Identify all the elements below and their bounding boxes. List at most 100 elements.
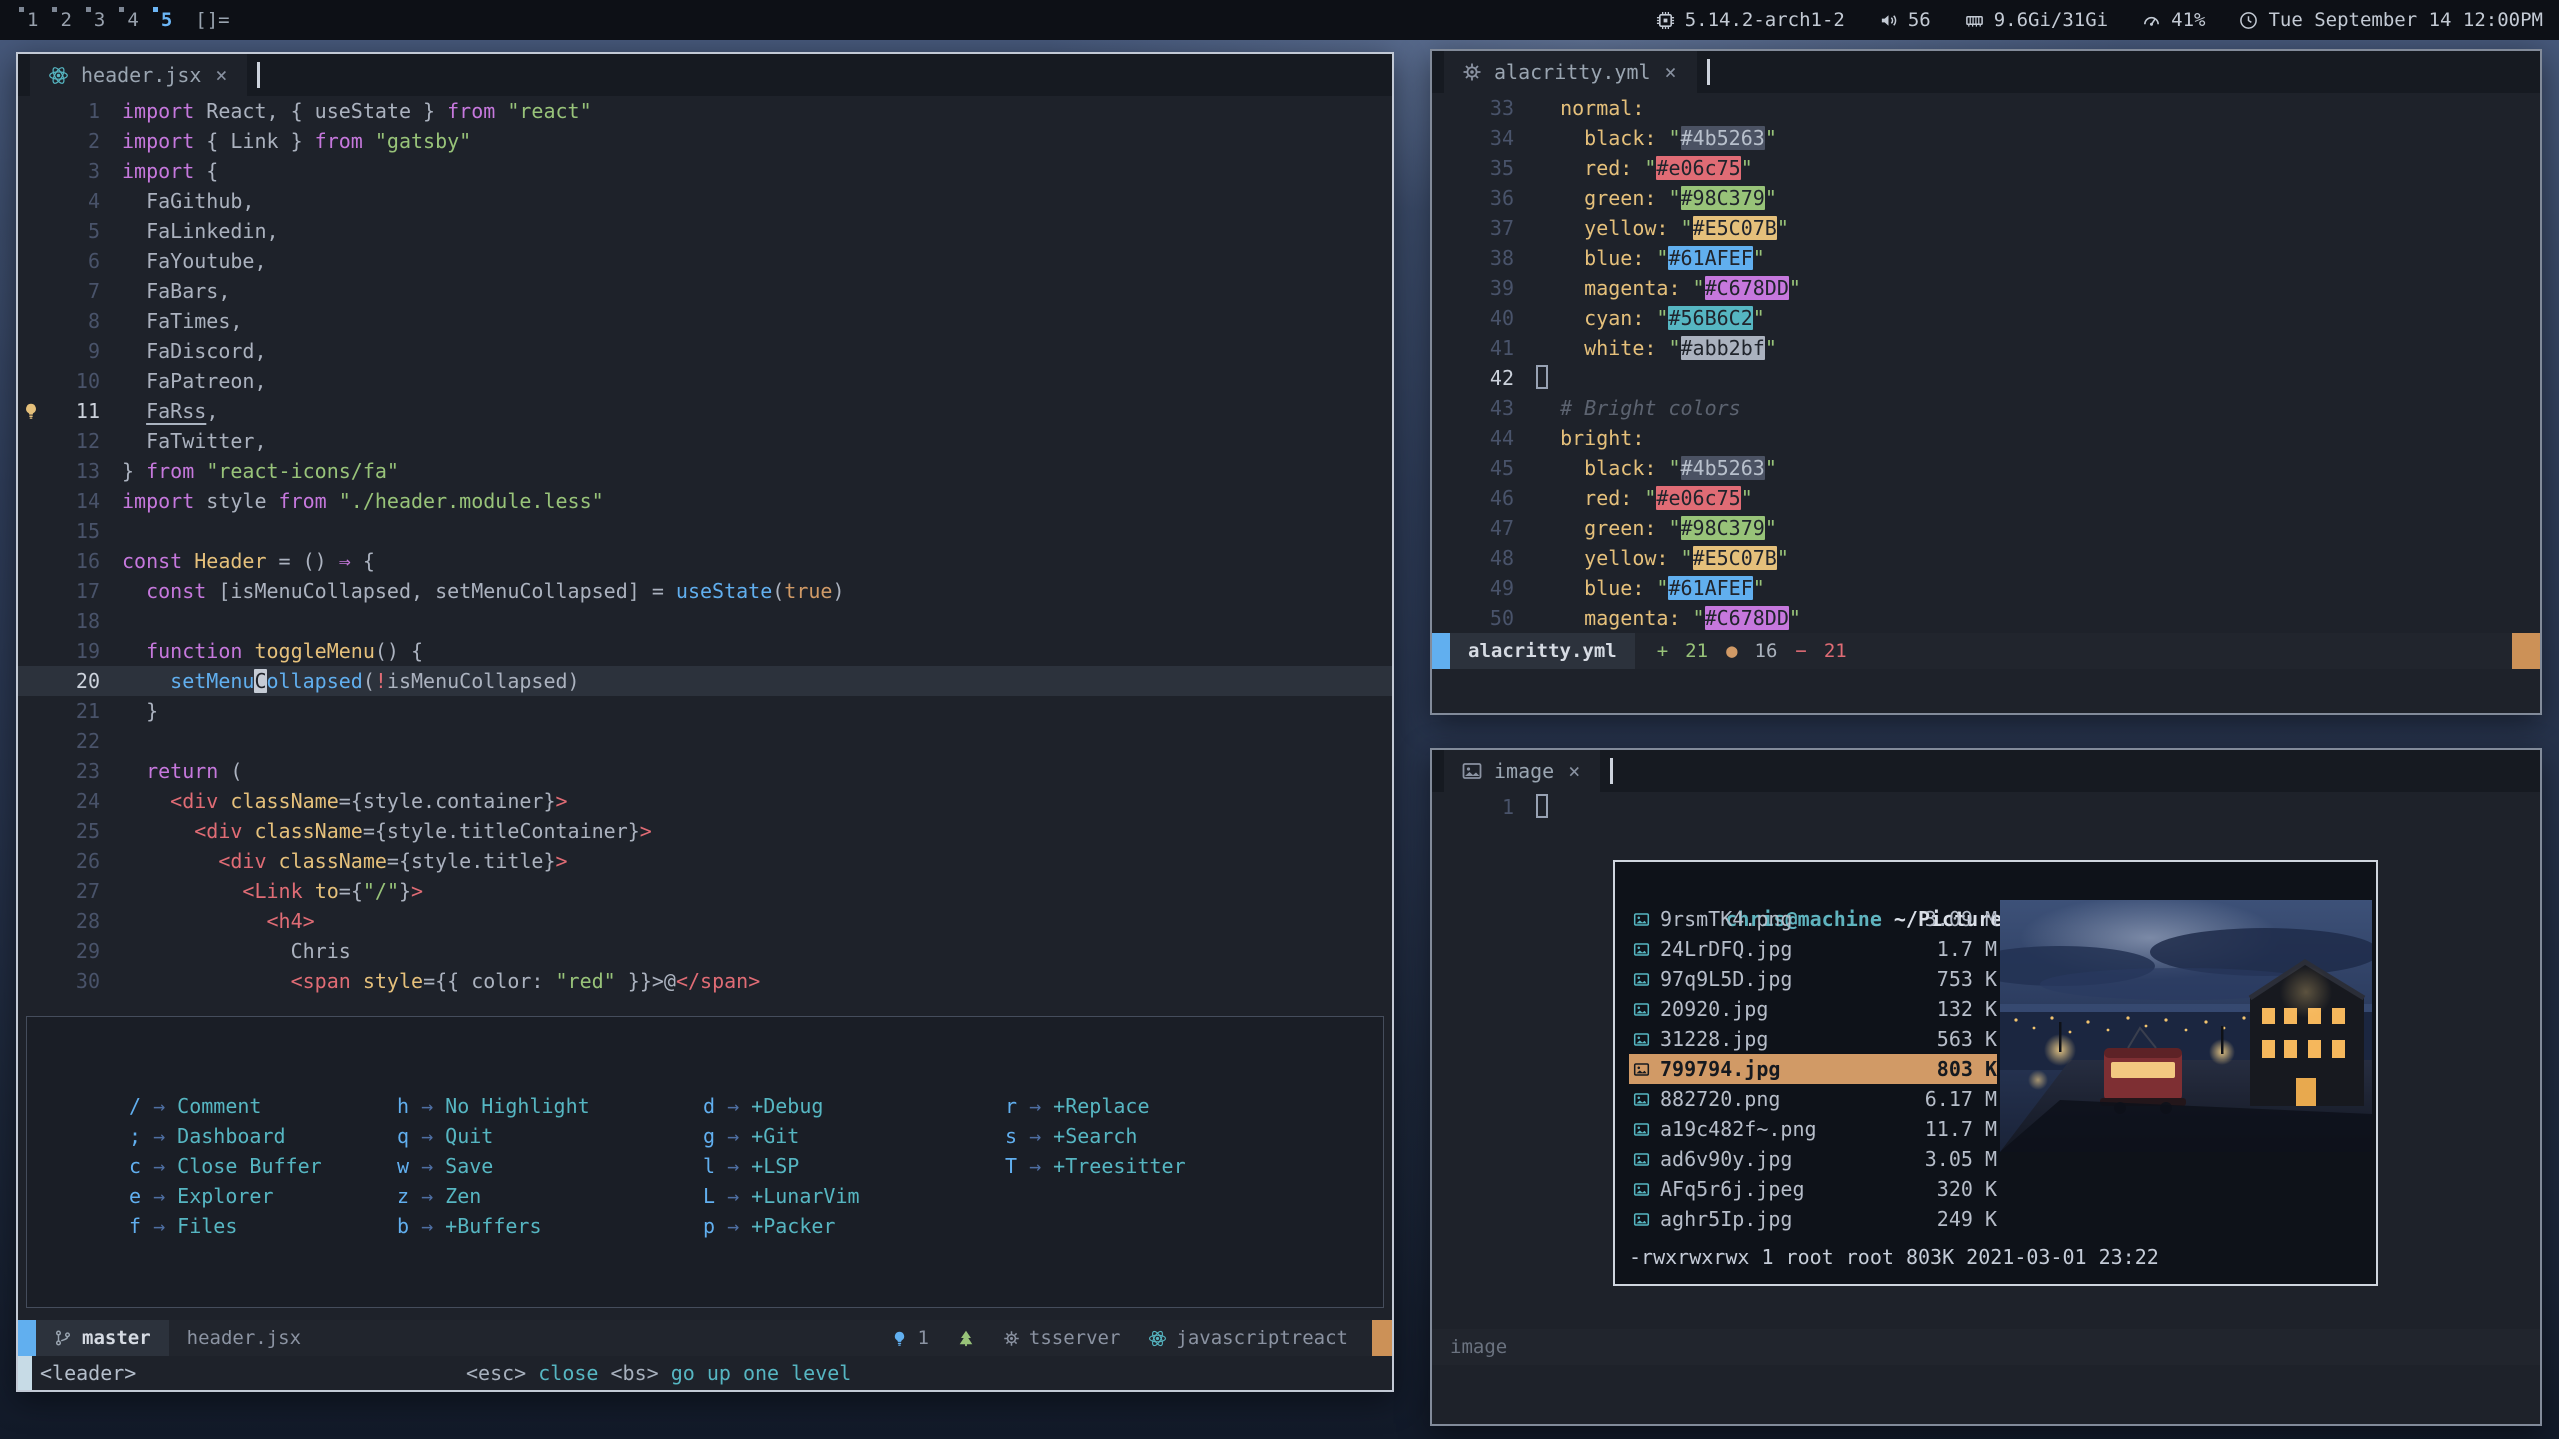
clock-icon: [2239, 11, 2258, 30]
line-text: import style from "./header.module.less": [100, 486, 604, 516]
file-row[interactable]: 97q9L5D.jpg753 K: [1629, 964, 1997, 994]
code-token: ": [1656, 246, 1668, 270]
file-row[interactable]: ad6v90y.jpg3.05 M: [1629, 1144, 1997, 1174]
code-token: className: [279, 849, 387, 873]
color-chip: #E5C07B: [1693, 546, 1777, 570]
color-chip: #e06c75: [1656, 486, 1740, 510]
cmdline-key: <bs>: [611, 1361, 659, 1385]
workspace-4[interactable]: 4: [116, 5, 149, 35]
sign-column: [1432, 792, 1462, 822]
tab-header-jsx[interactable]: header.jsx ×: [30, 54, 247, 96]
sign-column: [18, 216, 48, 246]
file-image-icon: [1633, 1151, 1650, 1168]
tabline-cursor: [1610, 758, 1613, 784]
file-row[interactable]: 24LrDFQ.jpg1.7 M: [1629, 934, 1997, 964]
lsp-server-name: tsserver: [1029, 1327, 1121, 1349]
close-icon[interactable]: ×: [1663, 60, 1679, 84]
code-token: FaTimes,: [122, 309, 242, 333]
whichkey-label: Zen: [445, 1184, 481, 1208]
whichkey-entry: ; → Dashboard: [129, 1121, 397, 1151]
code-token: ={style.container}: [339, 789, 556, 813]
sign-column: [1432, 423, 1462, 453]
code-line: 38 blue: "#61AFEF": [1432, 243, 2540, 273]
code-line: 34 black: "#4b5263": [1432, 123, 2540, 153]
code-token: ": [1789, 606, 1801, 630]
whichkey-label: No Highlight: [445, 1094, 590, 1118]
whichkey-label: Comment: [177, 1094, 261, 1118]
code-line: 17 const [isMenuCollapsed, setMenuCollap…: [18, 576, 1392, 606]
code-token: const: [122, 549, 182, 573]
code-token: !: [375, 669, 387, 693]
sign-column: [1432, 333, 1462, 363]
editor-window-header-jsx: header.jsx × 1import React, { useState }…: [16, 52, 1394, 1392]
line-text: }: [100, 696, 158, 726]
file-name: 97q9L5D.jpg: [1660, 964, 1901, 994]
terminal-buffer[interactable]: 1: [1432, 792, 2540, 822]
file-image-icon: [1633, 911, 1650, 928]
tab-image[interactable]: image ×: [1444, 750, 1600, 792]
line-text: <h4>: [100, 906, 315, 936]
line-number: 25: [48, 816, 100, 846]
code-token: "react-icons/fa": [206, 459, 399, 483]
status-volume: 56: [1879, 9, 1931, 31]
close-icon[interactable]: ×: [213, 63, 229, 87]
code-token: <Link: [242, 879, 302, 903]
statusline-filename: header.jsx: [169, 1327, 319, 1349]
file-row[interactable]: 9rsmTK4.png3.09 M: [1629, 904, 1997, 934]
line-number: 22: [48, 726, 100, 756]
tab-alacritty-yml[interactable]: alacritty.yml ×: [1444, 51, 1697, 93]
git-branch-segment[interactable]: master: [36, 1320, 169, 1356]
status-text: Tue September 14 12:00PM: [2268, 9, 2543, 31]
file-row[interactable]: 20920.jpg132 K: [1629, 994, 1997, 1024]
file-row[interactable]: 31228.jpg563 K: [1629, 1024, 1997, 1054]
statusline-alacritty: alacritty.yml +21 ●16 −21: [1432, 633, 2540, 669]
line-text: # Bright colors: [1514, 393, 1741, 423]
whichkey-column: r → +Replaces → +SearchT → +Treesitter: [1005, 1091, 1186, 1241]
code-editor-alacritty-yml[interactable]: 33 normal:34 black: "#4b5263"35 red: "#e…: [1432, 93, 2540, 633]
sign-column: [1432, 453, 1462, 483]
code-token: red:: [1536, 486, 1632, 510]
whichkey-key: /: [129, 1094, 141, 1118]
code-token: <div: [194, 819, 242, 843]
workspace-3[interactable]: 3: [83, 5, 116, 35]
file-row[interactable]: AFq5r6j.jpeg320 K: [1629, 1174, 1997, 1204]
file-row[interactable]: a19c482f~.png11.7 M: [1629, 1114, 1997, 1144]
line-number: 40: [1462, 303, 1514, 333]
lightbulb-icon: [891, 1330, 908, 1347]
sign-column: [1432, 153, 1462, 183]
whichkey-entry: s → +Search: [1005, 1121, 1186, 1151]
code-token: [495, 99, 507, 123]
line-number: 48: [1462, 543, 1514, 573]
file-image-icon: [1633, 1211, 1650, 1228]
code-editor-header-jsx[interactable]: 1import React, { useState } from "react"…: [18, 96, 1392, 996]
code-token: [isMenuCollapsed, setMenuCollapsed] =: [206, 579, 676, 603]
code-token: black:: [1536, 126, 1656, 150]
code-token: [327, 489, 339, 513]
whichkey-key: z: [397, 1184, 409, 1208]
code-line: 43 # Bright colors: [1432, 393, 2540, 423]
code-token: ": [1656, 306, 1668, 330]
file-row[interactable]: aghr5Ip.jpg249 K: [1629, 1204, 1997, 1234]
code-line: 30 <span style={{ color: "red" }}>@</spa…: [18, 966, 1392, 996]
tabline-cursor: [1707, 59, 1710, 85]
code-token: green:: [1536, 516, 1656, 540]
workspace-1[interactable]: 1: [16, 5, 49, 35]
workspace-2[interactable]: 2: [49, 5, 82, 35]
file-name: AFq5r6j.jpeg: [1660, 1174, 1901, 1204]
close-icon[interactable]: ×: [1566, 759, 1582, 783]
volume-icon: [1879, 11, 1898, 30]
line-number: 37: [1462, 213, 1514, 243]
workspace-5[interactable]: 5: [150, 5, 183, 35]
file-row[interactable]: 799794.jpg803 K: [1629, 1054, 1997, 1084]
git-changed: ●16: [1726, 640, 1777, 662]
code-token: ": [1693, 606, 1705, 630]
tab-title: alacritty.yml: [1494, 60, 1651, 84]
sign-column: [18, 546, 48, 576]
line-text: FaLinkedin,: [100, 216, 279, 246]
code-token: [122, 669, 170, 693]
file-row[interactable]: 882720.png6.17 M: [1629, 1084, 1997, 1114]
code-token: FaPatreon,: [122, 369, 267, 393]
sign-column: [18, 456, 48, 486]
code-line: 45 black: "#4b5263": [1432, 453, 2540, 483]
terminal-window-image: image × 1 chris@machine~/Pictures/wallpa…: [1430, 748, 2542, 1426]
